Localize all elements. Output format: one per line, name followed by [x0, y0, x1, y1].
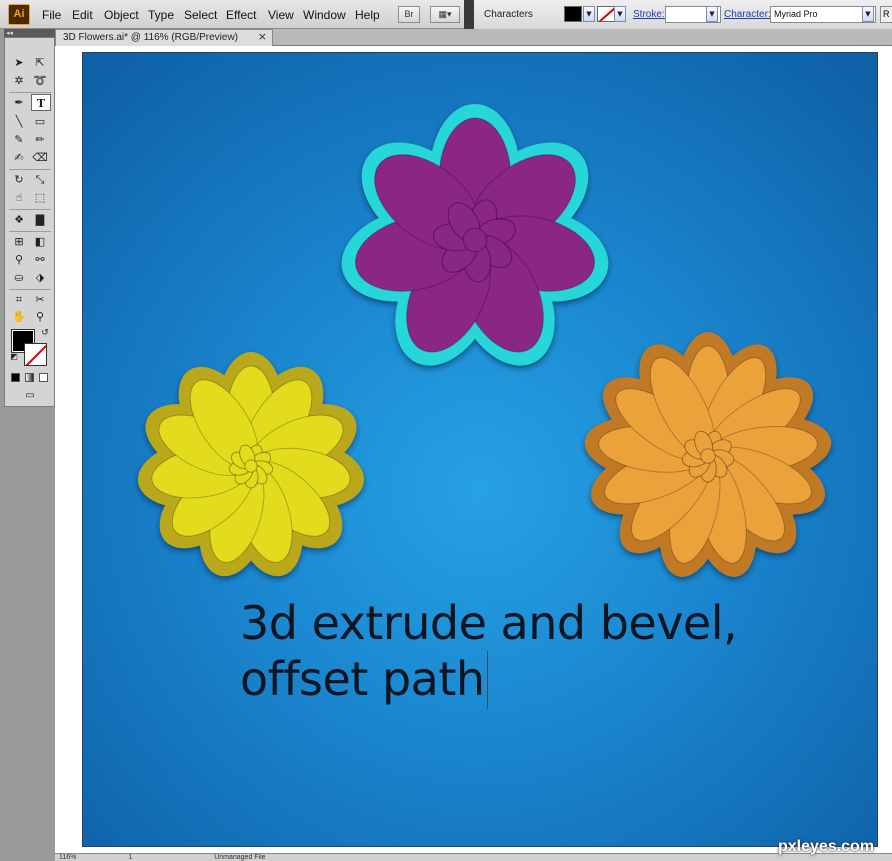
none-slash-icon — [46, 380, 47, 381]
artwork — [133, 104, 835, 585]
caption-text[interactable]: 3d extrude and bevel, offset path — [240, 595, 840, 709]
menu-effect[interactable]: Effect — [226, 8, 256, 22]
control-panel-title: Characters — [484, 9, 533, 20]
blob-brush-tool-icon[interactable]: ✍ — [9, 149, 29, 166]
color-mode-icon[interactable] — [11, 373, 20, 382]
bridge-button[interactable]: Br — [398, 6, 420, 23]
caption-line-1: 3d extrude and bevel, — [240, 596, 738, 650]
tools-panel: ➤ ⇱ ✲ ➰ ✒ T ╲ ▭ ✎ ✏ ✍ ⌫ ↻ ⤡ ☝ ⬚ ❖ ▇ ⊞ ◧ … — [4, 37, 55, 407]
fill-color-swatch[interactable] — [564, 6, 582, 22]
zoom-level[interactable]: 116% — [59, 854, 76, 861]
fill-dropdown-arrow[interactable]: ▼ — [583, 6, 595, 22]
type-tool-icon[interactable]: T — [31, 94, 51, 111]
bridge-label: Br — [404, 9, 414, 19]
panel-divider — [464, 0, 474, 29]
flower-center — [244, 459, 258, 473]
menu-view[interactable]: View — [268, 8, 294, 22]
stroke-label[interactable]: Stroke: — [633, 9, 665, 20]
free-transform-tool-icon[interactable]: ⬚ — [30, 189, 50, 206]
tool-divider — [9, 92, 51, 93]
pencil-tool-icon[interactable]: ✏ — [30, 131, 50, 148]
eyedropper-tool-icon[interactable]: ⚲ — [9, 251, 29, 268]
lasso-tool-icon[interactable]: ➰ — [30, 72, 50, 89]
font-style-field[interactable]: R — [880, 6, 892, 23]
slice-tool-icon[interactable]: ✂ — [30, 291, 50, 308]
font-family-field[interactable]: Myriad Pro — [770, 6, 876, 23]
page-number[interactable]: 1 — [128, 854, 132, 861]
orange-flower[interactable] — [581, 332, 835, 584]
menu-window[interactable]: Window — [303, 8, 346, 22]
live-paint-selection-tool-icon[interactable]: ⬗ — [30, 269, 50, 286]
menu-select[interactable]: Select — [184, 8, 217, 22]
selection-tool-icon[interactable]: ➤ — [9, 54, 29, 71]
menu-file[interactable]: File — [42, 8, 61, 22]
document-tab[interactable]: 3D Flowers.ai* @ 116% (RGB/Preview) × — [55, 29, 273, 46]
line-tool-icon[interactable]: ╲ — [9, 113, 29, 130]
default-colors-icon[interactable]: ◩ — [9, 352, 19, 362]
menu-object[interactable]: Object — [104, 8, 139, 22]
watermark: pxleyes.com — [778, 838, 875, 855]
scale-tool-icon[interactable]: ⤡ — [30, 171, 50, 188]
text-cursor — [486, 651, 488, 709]
character-label[interactable]: Character: — [724, 9, 771, 20]
tools-panel-grip[interactable]: ◂◂ — [4, 29, 55, 37]
mesh-tool-icon[interactable]: ⊞ — [9, 233, 29, 250]
flower-center — [462, 227, 488, 253]
stroke-weight-dropdown-arrow[interactable]: ▼ — [706, 6, 718, 22]
blend-tool-icon[interactable]: ⚯ — [30, 251, 50, 268]
pen-tool-icon[interactable]: ✒ — [9, 94, 29, 111]
paintbrush-tool-icon[interactable]: ✎ — [9, 131, 29, 148]
screen-mode-icon[interactable]: ▭ — [19, 389, 41, 403]
rotate-tool-icon[interactable]: ↻ — [9, 171, 29, 188]
zoom-tool-icon[interactable]: ⚲ — [30, 308, 50, 325]
eraser-tool-icon[interactable]: ⌫ — [30, 149, 50, 166]
gradient-tool-icon[interactable]: ◧ — [30, 233, 50, 250]
font-dropdown-arrow[interactable]: ▼ — [862, 6, 874, 22]
rectangle-tool-icon[interactable]: ▭ — [30, 113, 50, 130]
illustrator-logo[interactable]: Ai — [8, 4, 30, 25]
tool-divider — [9, 231, 51, 232]
document-tab-title: 3D Flowers.ai* @ 116% (RGB/Preview) — [63, 32, 239, 43]
magic-wand-tool-icon[interactable]: ✲ — [9, 72, 29, 89]
tool-divider — [9, 289, 51, 290]
swap-colors-icon[interactable]: ↺ — [39, 327, 51, 339]
arrange-documents-icon: ▦▾ — [438, 9, 452, 19]
no-stroke-icon — [598, 7, 614, 21]
menu-edit[interactable]: Edit — [72, 8, 93, 22]
none-mode-icon[interactable] — [39, 373, 48, 382]
caption-line-2: offset path — [240, 652, 485, 706]
yellow-flower[interactable] — [133, 352, 368, 585]
live-paint-bucket-tool-icon[interactable]: ⛀ — [9, 269, 29, 286]
close-icon[interactable]: × — [258, 30, 267, 43]
menu-type[interactable]: Type — [148, 8, 174, 22]
column-graph-tool-icon[interactable]: ▇ — [30, 211, 50, 228]
symbol-sprayer-tool-icon[interactable]: ❖ — [9, 211, 29, 228]
status-bar: 116% 1 Unmanaged File — [55, 853, 892, 861]
artboard[interactable]: 3d extrude and bevel, offset path — [82, 52, 878, 847]
flower-center — [700, 448, 716, 464]
gradient-mode-icon[interactable] — [25, 373, 34, 382]
menu-bar: Ai File Edit Object Type Select Effect V… — [0, 0, 892, 29]
stroke-dropdown-arrow[interactable]: ▼ — [614, 6, 626, 22]
menu-help[interactable]: Help — [355, 8, 380, 22]
status-info[interactable]: Unmanaged File — [214, 854, 265, 861]
document-workspace: 3d extrude and bevel, offset path — [55, 46, 892, 853]
stroke-color-swatch[interactable] — [597, 6, 615, 22]
hand-tool-icon[interactable]: ✋ — [9, 308, 29, 325]
document-tab-bar: 3D Flowers.ai* @ 116% (RGB/Preview) × — [55, 29, 892, 46]
tool-divider — [9, 169, 51, 170]
direct-selection-tool-icon[interactable]: ⇱ — [30, 54, 50, 71]
arrange-documents-button[interactable]: ▦▾ — [430, 6, 460, 23]
tool-divider — [9, 209, 51, 210]
purple-flower[interactable] — [332, 104, 617, 382]
artboard-tool-icon[interactable]: ⌗ — [9, 291, 29, 308]
warp-tool-icon[interactable]: ☝ — [9, 189, 29, 206]
stroke-color-box[interactable] — [24, 343, 47, 366]
